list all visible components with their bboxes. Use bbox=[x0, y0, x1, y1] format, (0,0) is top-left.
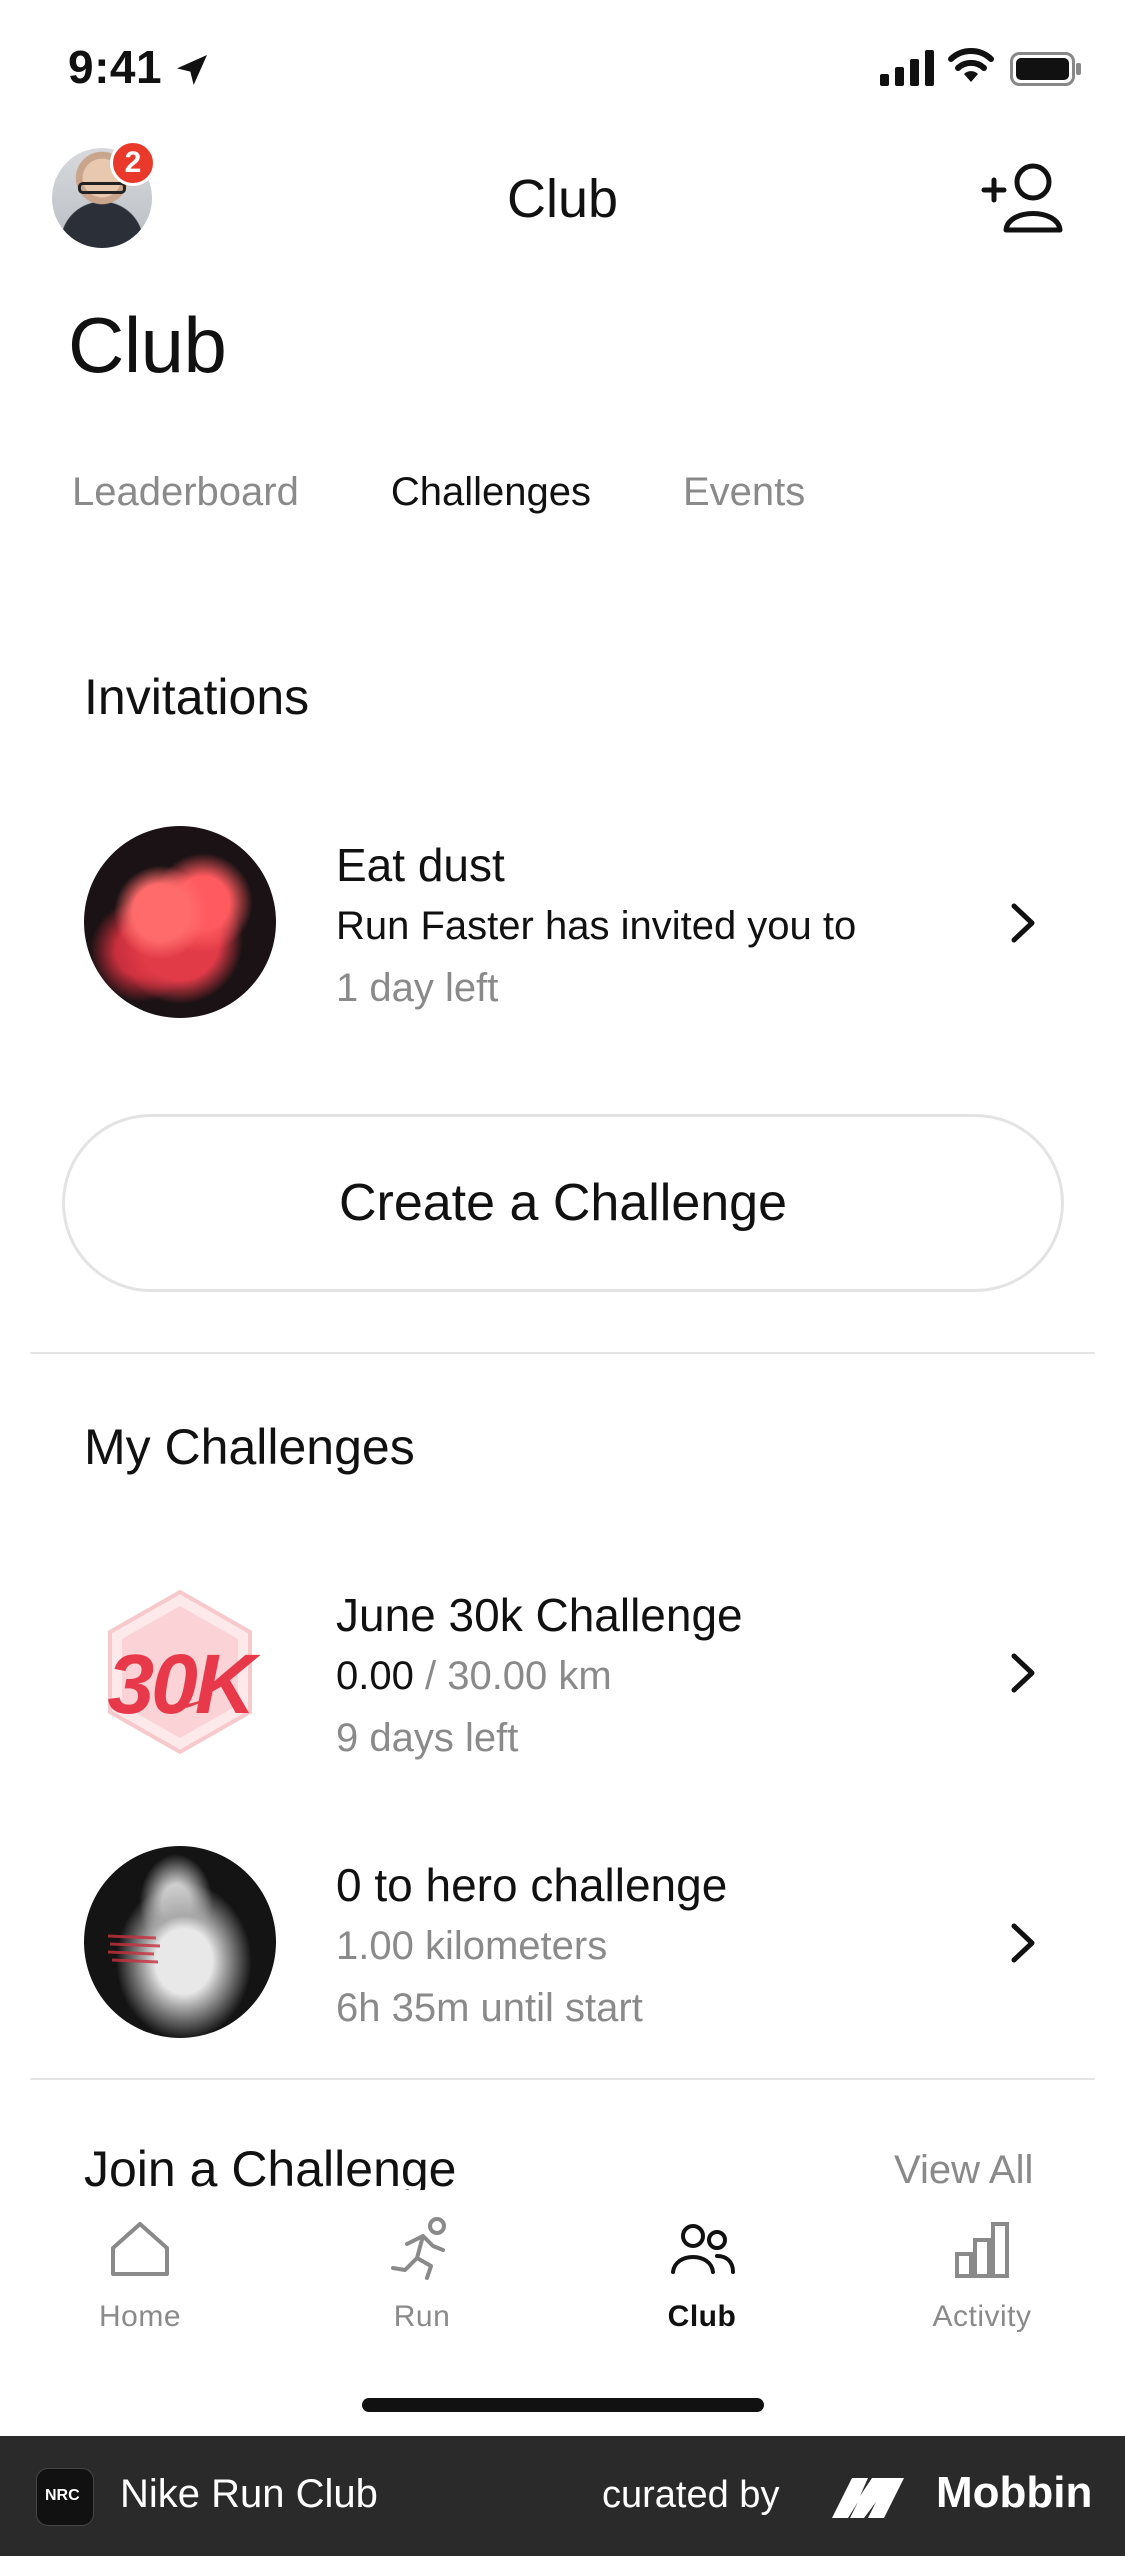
chevron-right-icon bbox=[1011, 1653, 1035, 1693]
invitation-time-left: 1 day left bbox=[336, 966, 499, 1010]
tab-challenges[interactable]: Challenges bbox=[391, 470, 591, 515]
tab-events[interactable]: Events bbox=[683, 470, 805, 515]
challenge-start-time: 6h 35m until start bbox=[336, 1986, 643, 2030]
challenge-thumbnail bbox=[84, 826, 276, 1018]
app-icon-text: NRC bbox=[45, 2487, 80, 2504]
section-divider bbox=[30, 2078, 1095, 2080]
tab-run[interactable]: Run bbox=[332, 2214, 512, 2334]
add-friend-icon[interactable] bbox=[978, 160, 1068, 236]
challenge-distance: 1.00 kilometers bbox=[336, 1924, 608, 1968]
app-name: Nike Run Club bbox=[120, 2472, 378, 2516]
chevron-right-icon bbox=[1011, 903, 1035, 943]
challenge-title: June 30k Challenge bbox=[336, 1589, 743, 1641]
nav-title: Club bbox=[506, 169, 619, 229]
invitation-subtitle: Run Faster has invited you to bbox=[336, 904, 857, 948]
mobbin-brand: Mobbin bbox=[936, 2468, 1093, 2517]
curated-by-label: curated by bbox=[602, 2474, 780, 2516]
tab-activity[interactable]: Activity bbox=[892, 2214, 1072, 2334]
challenge-title: 0 to hero challenge bbox=[336, 1859, 728, 1911]
create-challenge-button[interactable]: Create a Challenge bbox=[62, 1114, 1064, 1292]
club-icon bbox=[671, 2224, 735, 2274]
30k-badge-text: 30K bbox=[107, 1637, 255, 1731]
cellular-signal-icon bbox=[880, 50, 934, 86]
mobbin-logo-icon bbox=[832, 2478, 904, 2518]
invitation-title: Eat dust bbox=[336, 839, 505, 891]
swoosh-lines-shape bbox=[107, 1934, 161, 1964]
tab-label: Home bbox=[98, 2300, 182, 2333]
app-icon: NRC bbox=[36, 2468, 94, 2526]
challenge-row-june-30k[interactable]: 30K June 30k Challenge 0.00 / 30.00 km 9… bbox=[0, 1574, 1125, 1774]
bottom-tab-bar: Home Run Club Activity bbox=[0, 2190, 1125, 2420]
home-indicator bbox=[362, 2398, 764, 2412]
segment-tabs: Leaderboard Challenges Events bbox=[72, 470, 897, 515]
status-time: 9:41 bbox=[68, 41, 163, 93]
run-icon bbox=[391, 2217, 446, 2280]
invitations-heading: Invitations bbox=[84, 669, 310, 725]
tab-label: Run bbox=[393, 2300, 451, 2333]
tab-club[interactable]: Club bbox=[612, 2214, 792, 2334]
challenge-thumbnail bbox=[84, 1846, 276, 2038]
screen: 9:41 2 Club Club Leaderboard Challenges … bbox=[0, 0, 1125, 2556]
view-all-link[interactable]: View All bbox=[894, 2148, 1033, 2193]
location-arrow-icon bbox=[177, 55, 207, 85]
home-icon bbox=[111, 2222, 169, 2276]
attribution-footer: NRC Nike Run Club curated by Mobbin bbox=[0, 2436, 1125, 2556]
battery-icon bbox=[1010, 52, 1081, 86]
challenge-time-left: 9 days left bbox=[336, 1716, 519, 1760]
challenge-progress: 0.00 / 30.00 km bbox=[336, 1654, 612, 1699]
wifi-icon bbox=[948, 48, 994, 82]
chevron-right-icon bbox=[1011, 1923, 1035, 1963]
challenge-row-0-to-hero[interactable]: 0 to hero challenge 1.00 kilometers 6h 3… bbox=[0, 1844, 1125, 2044]
progress-value: 0.00 bbox=[336, 1654, 414, 1698]
page-title: Club bbox=[68, 301, 227, 389]
tab-home[interactable]: Home bbox=[50, 2214, 230, 2334]
progress-total: / 30.00 km bbox=[413, 1654, 612, 1698]
tab-leaderboard[interactable]: Leaderboard bbox=[72, 470, 299, 515]
tab-label: Activity bbox=[932, 2300, 1032, 2333]
tab-label: Club bbox=[667, 2300, 737, 2333]
section-divider bbox=[30, 1352, 1095, 1354]
invitation-row-eat-dust[interactable]: Eat dust Run Faster has invited you to 1… bbox=[0, 824, 1125, 1024]
activity-icon bbox=[955, 2222, 1009, 2278]
my-challenges-heading: My Challenges bbox=[84, 1419, 415, 1475]
